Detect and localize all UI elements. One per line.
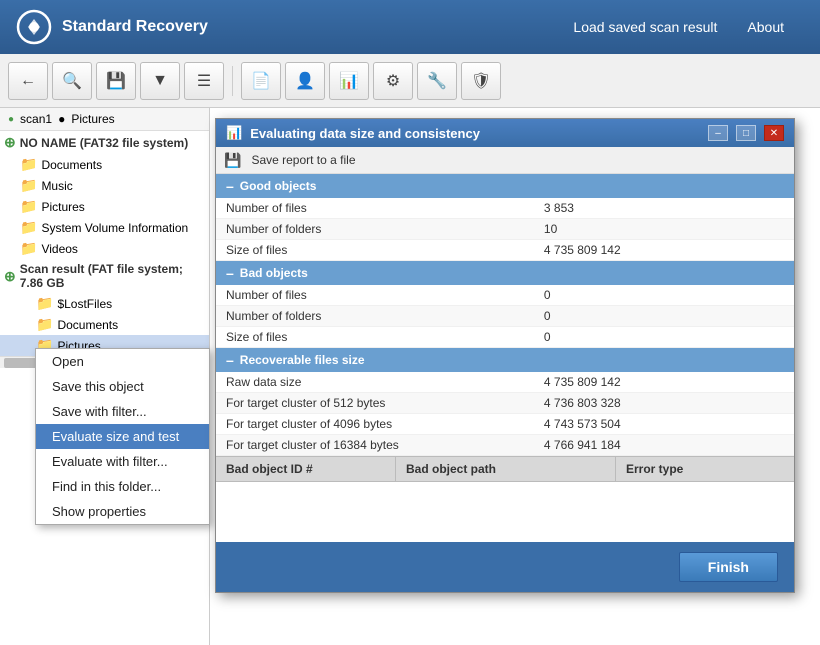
good-files-value: 3 853 — [534, 198, 794, 219]
col-bad-id: Bad object ID # — [216, 457, 396, 481]
about-link[interactable]: About — [747, 19, 784, 35]
app-header: Standard Recovery Load saved scan result… — [0, 0, 820, 54]
table-row: Raw data size 4 735 809 142 — [216, 372, 794, 393]
col-error-type: Error type — [616, 457, 794, 481]
cluster4096-value: 4 743 573 504 — [534, 414, 794, 435]
back-button[interactable]: ← — [8, 62, 48, 100]
table-row: Size of files 0 — [216, 327, 794, 348]
tool4-button[interactable]: ⚙ — [373, 62, 413, 100]
toolbar-separator-1 — [232, 66, 233, 96]
bad-files-key: Number of files — [216, 285, 534, 306]
save-dropdown-button[interactable]: ▼ — [140, 62, 180, 100]
bad-objects-table: Number of files 0 Number of folders 0 Si… — [216, 285, 794, 348]
search-button[interactable]: 🔍 — [52, 62, 92, 100]
bad-objects-label: Bad objects — [240, 266, 308, 280]
good-size-key: Size of files — [216, 240, 534, 261]
table-row: Number of folders 0 — [216, 306, 794, 327]
cluster4096-key: For target cluster of 4096 bytes — [216, 414, 534, 435]
cluster512-value: 4 736 803 328 — [534, 393, 794, 414]
recoverable-table: Raw data size 4 735 809 142 For target c… — [216, 372, 794, 456]
logo-icon — [16, 9, 52, 45]
table-row: Number of files 3 853 — [216, 198, 794, 219]
dialog-overlay: 📊 Evaluating data size and consistency –… — [0, 108, 820, 645]
good-objects-table: Number of files 3 853 Number of folders … — [216, 198, 794, 261]
recover-button[interactable]: 👤 — [285, 62, 325, 100]
tool3-button[interactable]: 📊 — [329, 62, 369, 100]
load-scan-link[interactable]: Load saved scan result — [573, 19, 717, 35]
bad-folders-value: 0 — [534, 306, 794, 327]
dialog-title: Evaluating data size and consistency — [250, 126, 700, 141]
raw-key: Raw data size — [216, 372, 534, 393]
good-objects-label: Good objects — [240, 179, 317, 193]
table-row: Number of folders 10 — [216, 219, 794, 240]
table-row: For target cluster of 16384 bytes 4 766 … — [216, 435, 794, 456]
good-folders-key: Number of folders — [216, 219, 534, 240]
recoverable-header: – Recoverable files size — [216, 348, 794, 372]
finish-button[interactable]: Finish — [679, 552, 778, 582]
save-report-button[interactable]: Save report to a file — [247, 151, 359, 169]
table-row: Number of files 0 — [216, 285, 794, 306]
raw-value: 4 735 809 142 — [534, 372, 794, 393]
tool6-button[interactable]: 🛡 — [461, 62, 501, 100]
dialog-titlebar: 📊 Evaluating data size and consistency –… — [216, 119, 794, 147]
bad-objects-header: – Bad objects — [216, 261, 794, 285]
app-title: Standard Recovery — [62, 18, 208, 36]
table-row: For target cluster of 4096 bytes 4 743 5… — [216, 414, 794, 435]
evaluate-dialog: 📊 Evaluating data size and consistency –… — [215, 118, 795, 593]
good-collapse-icon[interactable]: – — [226, 178, 234, 194]
dialog-toolbar: 💾 Save report to a file — [216, 147, 794, 174]
dialog-footer: Finish — [216, 542, 794, 592]
table-row: For target cluster of 512 bytes 4 736 80… — [216, 393, 794, 414]
good-objects-header: – Good objects — [216, 174, 794, 198]
good-files-key: Number of files — [216, 198, 534, 219]
bad-collapse-icon[interactable]: – — [226, 265, 234, 281]
header-nav: Load saved scan result About — [573, 19, 784, 35]
bad-size-value: 0 — [534, 327, 794, 348]
list-button[interactable]: ☰ — [184, 62, 224, 100]
maximize-button[interactable]: □ — [736, 125, 756, 141]
tool5-button[interactable]: 🔧 — [417, 62, 457, 100]
cluster16384-value: 4 766 941 184 — [534, 435, 794, 456]
save-button[interactable]: 💾 — [96, 62, 136, 100]
bad-size-key: Size of files — [216, 327, 534, 348]
recoverable-collapse-icon[interactable]: – — [226, 352, 234, 368]
good-folders-value: 10 — [534, 219, 794, 240]
table-row: Size of files 4 735 809 142 — [216, 240, 794, 261]
recoverable-label: Recoverable files size — [240, 353, 365, 367]
logo: Standard Recovery — [16, 9, 208, 45]
col-bad-path: Bad object path — [396, 457, 616, 481]
good-size-value: 4 735 809 142 — [534, 240, 794, 261]
bad-files-value: 0 — [534, 285, 794, 306]
close-button[interactable]: ✕ — [764, 125, 784, 141]
main-area: ● scan1 ● Pictures ⊕ NO NAME (FAT32 file… — [0, 108, 820, 645]
bad-object-table-header: Bad object ID # Bad object path Error ty… — [216, 456, 794, 482]
toolbar: ← 🔍 💾 ▼ ☰ 📄 👤 📊 ⚙ 🔧 🛡 — [0, 54, 820, 108]
bad-objects-list — [216, 482, 794, 542]
cluster16384-key: For target cluster of 16384 bytes — [216, 435, 534, 456]
cluster512-key: For target cluster of 512 bytes — [216, 393, 534, 414]
scan-button[interactable]: 📄 — [241, 62, 281, 100]
minimize-button[interactable]: – — [708, 125, 728, 141]
bad-folders-key: Number of folders — [216, 306, 534, 327]
save-report-icon: 💾 — [224, 152, 241, 169]
dialog-icon: 📊 — [226, 125, 242, 141]
